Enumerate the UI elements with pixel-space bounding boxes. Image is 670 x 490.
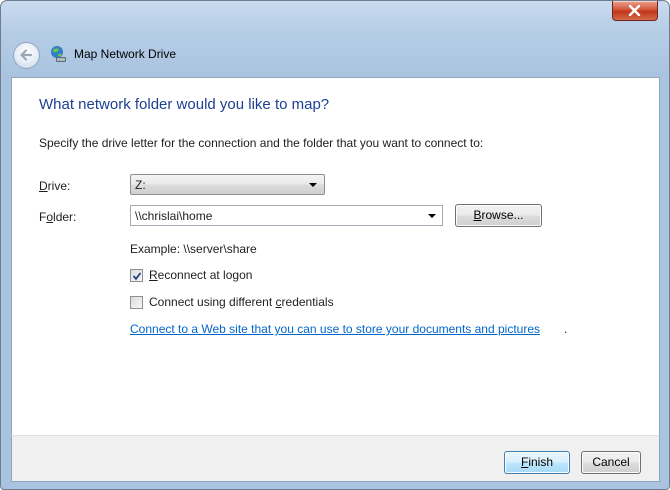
close-button[interactable] — [612, 1, 658, 21]
network-drive-icon — [51, 46, 66, 62]
web-site-link[interactable]: Connect to a Web site that you can use t… — [130, 322, 540, 336]
drive-select-value: Z: — [135, 178, 146, 192]
checkmark-icon — [132, 272, 142, 281]
folder-label: Folder: — [39, 210, 77, 224]
back-button[interactable] — [13, 42, 40, 69]
close-icon — [628, 5, 641, 16]
drive-select[interactable]: Z: — [130, 174, 325, 195]
folder-input-value: \\chrislai\home — [135, 209, 213, 223]
credentials-label: Connect using different credentials — [149, 295, 334, 309]
instructions-text: Specify the drive letter for the connect… — [39, 136, 484, 150]
example-text: Example: \\server\share — [130, 242, 257, 256]
drive-label: Drive: — [39, 179, 71, 193]
link-period: . — [564, 322, 568, 336]
title-bar — [1, 1, 669, 35]
dropdown-arrow-icon — [309, 183, 317, 187]
finish-button[interactable]: Finish — [504, 451, 570, 474]
reconnect-label: Reconnect at logon — [149, 268, 253, 282]
wizard-content: What network folder would you like to ma… — [11, 77, 660, 436]
dropdown-arrow-icon — [428, 214, 436, 218]
window-title: Map Network Drive — [74, 47, 177, 61]
credentials-checkbox[interactable] — [130, 296, 143, 309]
navigation-bar: Map Network Drive — [1, 35, 669, 77]
cancel-button[interactable]: Cancel — [581, 451, 641, 474]
map-network-drive-window: Map Network Drive What network folder wo… — [0, 0, 670, 490]
button-bar: Finish Cancel — [11, 435, 660, 482]
reconnect-checkbox[interactable] — [130, 269, 143, 282]
back-arrow-icon — [20, 49, 33, 61]
browse-button[interactable]: Browse... — [455, 204, 542, 227]
page-heading: What network folder would you like to ma… — [39, 96, 330, 113]
folder-combobox[interactable]: \\chrislai\home — [130, 205, 443, 226]
